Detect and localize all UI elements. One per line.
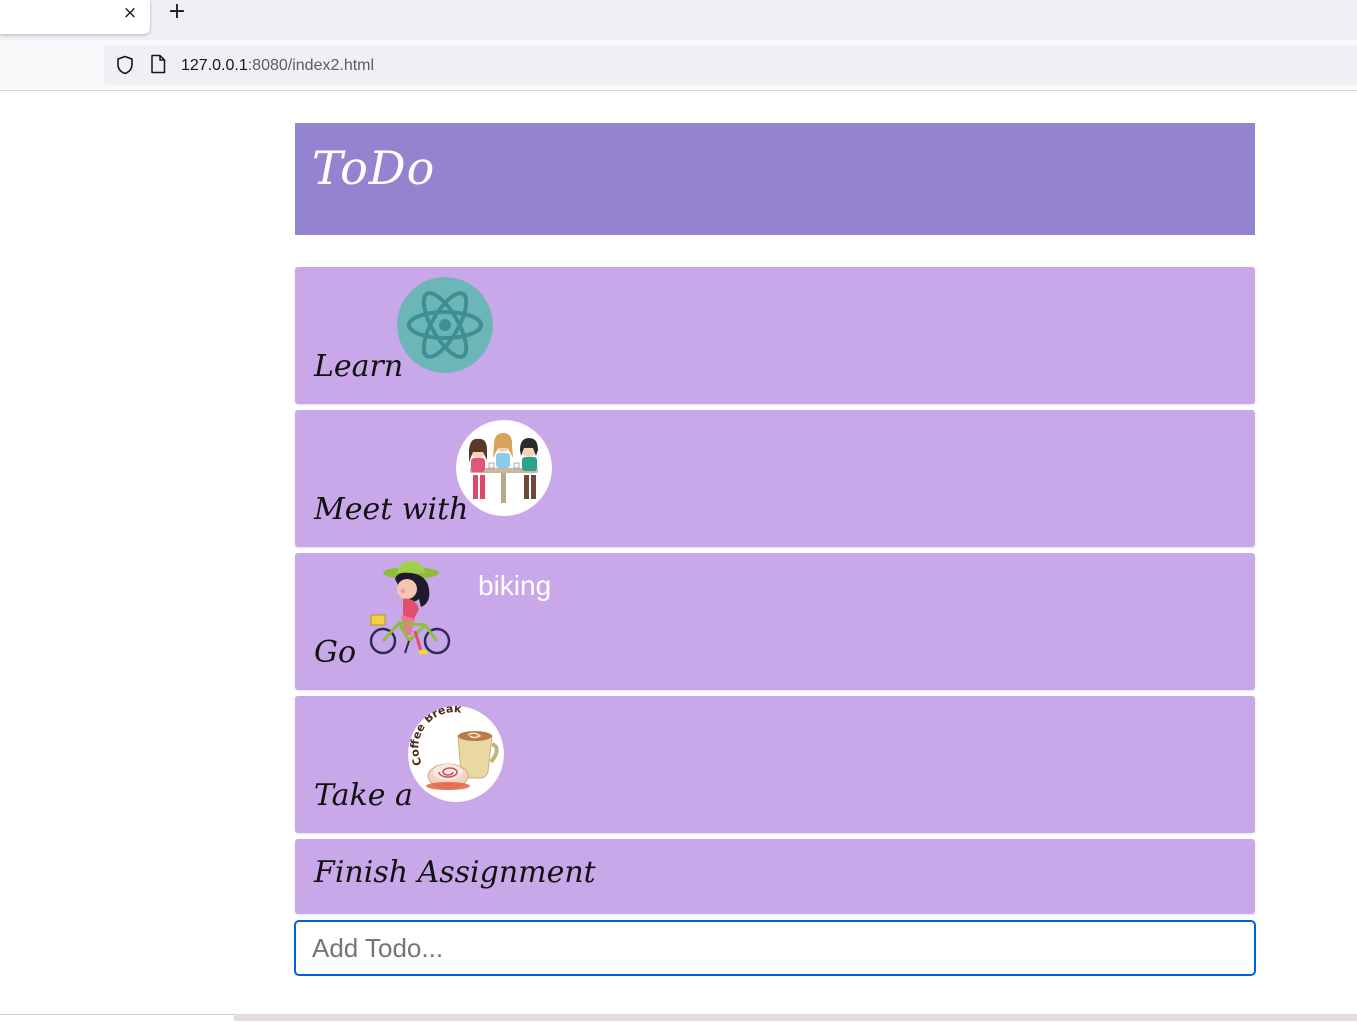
url-host: 127.0.0.1: [181, 57, 248, 74]
shield-icon[interactable]: [116, 55, 134, 75]
page-title: ToDo: [312, 141, 436, 195]
biking-girl-illustration: [367, 559, 463, 655]
todo-text: Take a: [314, 778, 413, 813]
todo-item[interactable]: Finish Assignment: [295, 839, 1255, 914]
bottom-strip: [0, 1014, 1357, 1022]
todo-item[interactable]: Take a Coffee Break: [295, 696, 1255, 833]
page-icon[interactable]: [150, 54, 166, 74]
add-todo-input[interactable]: [294, 920, 1256, 976]
todo-text: Meet with: [314, 492, 469, 527]
todo-item[interactable]: Learn: [295, 267, 1255, 404]
close-tab-icon[interactable]: ×: [120, 3, 140, 23]
address-bar[interactable]: 127.0.0.1:8080/index2.html: [104, 45, 1357, 85]
navigation-bar: 127.0.0.1:8080/index2.html: [0, 40, 1357, 91]
todo-text: Learn: [314, 349, 404, 384]
app-header: ToDo: [295, 123, 1255, 235]
react-logo-icon: [397, 277, 493, 373]
todo-note: biking: [478, 570, 552, 601]
todo-text: Finish Assignment: [314, 855, 596, 890]
url-path: :8080/index2.html: [247, 57, 375, 74]
coffee-break-illustration: Coffee Break: [408, 706, 504, 802]
todo-list: Learn Meet with Go biking Take a Coffee …: [295, 267, 1255, 914]
todo-item[interactable]: Go biking: [295, 553, 1255, 690]
todo-item[interactable]: Meet with: [295, 410, 1255, 547]
new-tab-button[interactable]: +: [166, 1, 188, 23]
browser-tab[interactable]: ×: [0, 0, 150, 34]
url-text[interactable]: 127.0.0.1:8080/index2.html: [181, 56, 374, 76]
friends-illustration: [456, 420, 552, 516]
todo-app: ToDo Learn Meet with Go biking Take a Co…: [294, 123, 1256, 976]
tab-strip: × +: [0, 0, 1357, 40]
todo-text: Go: [314, 635, 357, 670]
